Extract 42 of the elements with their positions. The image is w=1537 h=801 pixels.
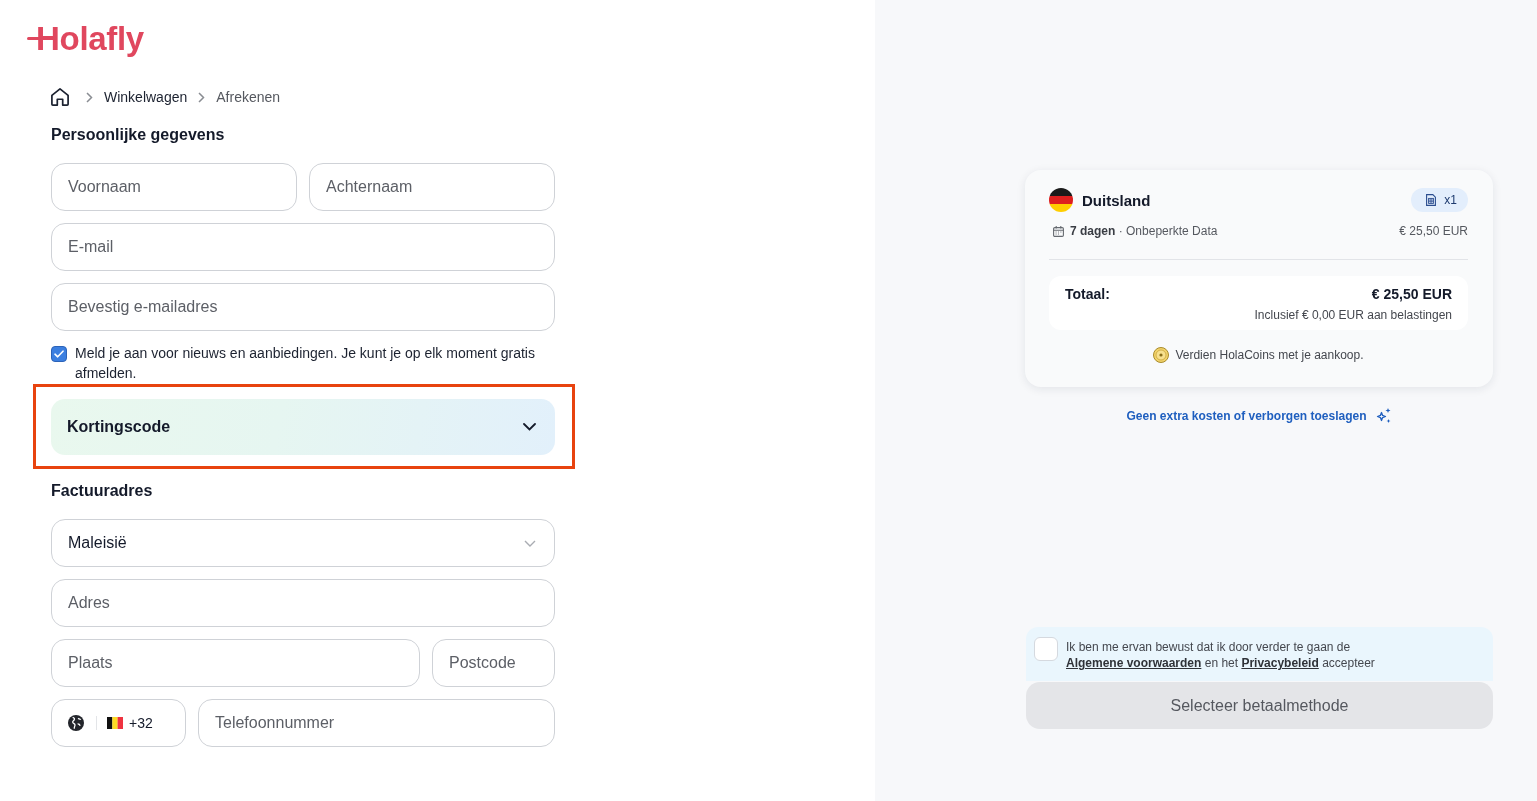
country-select[interactable]: Maleisië	[51, 519, 555, 567]
breadcrumb-current: Afrekenen	[216, 88, 281, 106]
tax-note: Inclusief € 0,00 EUR aan belastingen	[1253, 307, 1452, 323]
input-field[interactable]: E-mail	[51, 223, 555, 271]
flag-icon	[1049, 188, 1073, 212]
checkbox-label: Meld je aan voor nieuws en aanbiedingen. Je kunt je op elk moment gratis afmelden.	[75, 344, 536, 383]
terms-text: Ik ben me ervan bewust dat ik door verder te gaan de Algemene voorwaarden en het Privacybeleid accepteer	[1066, 639, 1376, 672]
home-icon[interactable]	[51, 88, 69, 106]
section-heading: Factuuradres	[51, 481, 154, 501]
sparkle-icon	[1375, 408, 1392, 424]
input-field[interactable]: Achternaam	[309, 163, 555, 211]
terms-link[interactable]: Privacybeleid	[1241, 656, 1319, 670]
checkbox[interactable]	[51, 346, 67, 362]
input-field[interactable]: Voornaam	[51, 163, 297, 211]
logo[interactable]: Holafly	[27, 21, 144, 57]
section-heading: Persoonlijke gegevens	[51, 125, 226, 145]
phone-code-select[interactable]: +32	[51, 699, 186, 747]
input-field[interactable]: Telefoonnummer	[198, 699, 555, 747]
country-name: Duitsland	[1082, 191, 1151, 209]
sim-card-icon	[1426, 194, 1437, 206]
guarantee-text: Geen extra kosten of verborgen toeslagen	[1126, 408, 1367, 424]
terms-link[interactable]: Algemene voorwaarden	[1066, 656, 1202, 670]
discount-code-toggle[interactable]: Kortingscode	[51, 399, 555, 455]
input-field[interactable]: Adres	[51, 579, 555, 627]
globe-icon	[68, 715, 84, 731]
chevron-right-icon	[198, 91, 206, 103]
calendar-icon	[1053, 225, 1064, 237]
chevron-down-icon	[524, 539, 536, 547]
check-icon	[54, 350, 64, 358]
item-price: € 25,50 EUR	[1399, 223, 1468, 239]
flag-icon	[107, 717, 123, 729]
input-field[interactable]: Plaats	[51, 639, 420, 687]
coin-icon	[1153, 347, 1170, 363]
chevron-right-icon	[86, 91, 93, 103]
input-field[interactable]: Postcode	[432, 639, 555, 687]
total-label: Totaal:	[1065, 285, 1110, 303]
total-amount: € 25,50 EUR	[1371, 285, 1452, 303]
quantity-count: x1	[1444, 193, 1457, 207]
rewards-text: Verdien HolaCoins met je aankoop.	[1175, 347, 1364, 363]
plan-details: 7 dagen · Onbeperkte Data	[1070, 223, 1218, 239]
input-field[interactable]: Bevestig e-mailadres	[51, 283, 555, 331]
breadcrumb-link[interactable]: Winkelwagen	[104, 88, 188, 106]
